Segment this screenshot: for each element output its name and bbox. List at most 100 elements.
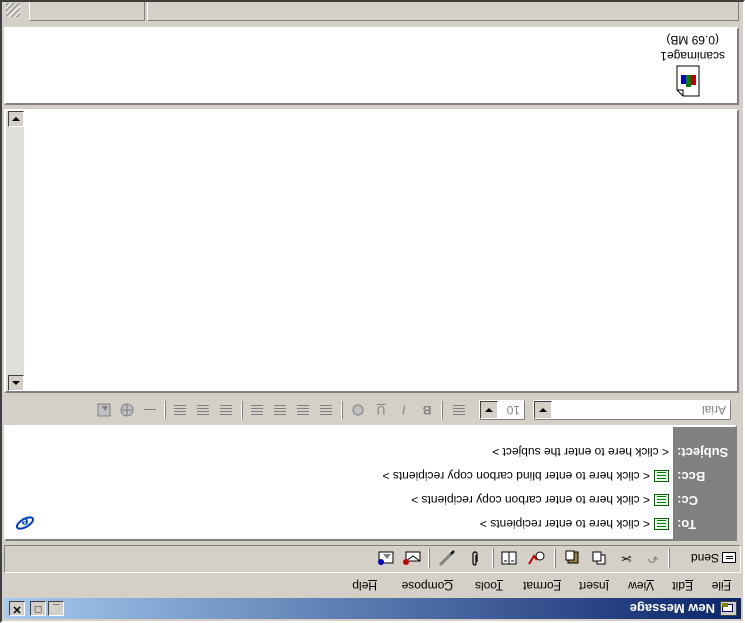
bcc-placeholder: < click here to enter blind carbon copy … [382,469,650,483]
paste-icon[interactable] [561,548,583,568]
subject-field[interactable]: < click here to enter the subject > [492,444,669,460]
menu-edit[interactable]: Edit [672,578,693,594]
font-size-select[interactable]: 10 [479,400,525,420]
copy-icon[interactable] [588,548,610,568]
address-book-icon[interactable] [654,518,669,530]
stage: New Message _ □ ✕ File Edit View Insert … [0,0,745,623]
status-pane-secondary [29,1,145,21]
message-window-icon [720,601,737,616]
chevron-down-icon[interactable] [480,401,498,419]
menu-view-text: iew [628,579,647,593]
menu-format-text: ormat [522,579,554,593]
font-name-select[interactable]: Arial [533,400,731,420]
underline-button[interactable]: U [371,401,391,419]
align-right-icon[interactable] [170,401,190,419]
menu-tools-text: ools [474,579,497,593]
cc-field[interactable]: < click here to enter carbon copy recipi… [411,492,669,508]
status-pane-main [147,1,739,21]
menu-compose[interactable]: Compose [402,578,453,594]
attach-icon[interactable] [464,548,486,568]
menu-insert-accel: I [605,579,609,593]
menu-help-text: elp [352,579,369,593]
format-separator [441,401,443,419]
menu-compose-text: ompose [401,579,445,593]
menu-insert[interactable]: Insert [579,578,609,594]
menu-file-text: ile [711,579,724,593]
new-message-window: New Message _ □ ✕ File Edit View Insert … [0,0,745,623]
menu-compose-accel: C [444,579,453,593]
menu-insert-text: nsert [578,579,606,593]
subject-placeholder: < click here to enter the subject > [492,445,669,459]
horizontal-line-icon[interactable] [140,401,160,419]
menu-tools[interactable]: Tools [475,578,503,594]
toolbar-separator [668,548,670,568]
message-body[interactable] [4,109,739,393]
attachment-area: scanimage1 (0.69 MB) [4,27,739,105]
formatting-toolbar: Arial 10 B I U [4,397,741,423]
font-name-value: Arial [701,403,726,417]
to-placeholder: < click here to enter recipients > [479,517,650,531]
bcc-field[interactable]: < click here to enter blind carbon copy … [383,468,669,484]
undo-icon[interactable]: ↶ [642,548,664,568]
insert-picture-icon[interactable] [374,548,396,568]
format-separator [164,401,166,419]
menu-edit-text: dit [672,579,685,593]
cc-label: Cc: [677,493,698,508]
resize-grip-icon[interactable] [6,3,20,17]
italic-button[interactable]: I [394,401,414,419]
address-header: To: Cc: Bcc: Subject: < click here to en… [4,425,737,541]
numbered-list-icon[interactable] [316,401,336,419]
menu-format-accel: F [553,579,561,593]
send-button[interactable]: Send [676,548,736,568]
bcc-label: Bcc: [677,469,706,484]
hyperlink-icon[interactable] [117,401,137,419]
align-center-icon[interactable] [193,401,213,419]
menu-format[interactable]: Format [523,578,561,594]
picture-icon[interactable] [94,401,114,419]
bold-button[interactable]: B [417,401,437,419]
increase-indent-icon[interactable] [247,401,267,419]
menu-file-accel: F [723,579,731,593]
menu-help-accel: H [368,579,377,593]
menu-bar: File Edit View Insert Format Tools Compo… [4,575,741,597]
vertical-scrollbar[interactable] [6,111,24,391]
scroll-down-arrow-icon[interactable] [8,111,24,127]
toolbar-separator [428,548,430,568]
signature-icon[interactable] [435,548,457,568]
menu-help[interactable]: Help [352,578,377,594]
address-book-icon[interactable] [498,548,520,568]
cut-icon[interactable]: ✂ [615,548,637,568]
font-color-icon[interactable] [348,401,368,419]
attachment-size: (0.69 MB) [666,33,719,47]
to-field[interactable]: < click here to enter recipients > [480,516,669,532]
close-button[interactable]: ✕ [9,601,25,616]
priority-icon[interactable] [401,548,423,568]
image-file-icon[interactable] [675,65,701,97]
bullet-list-icon[interactable] [293,401,313,419]
maximize-button[interactable]: □ [30,601,46,616]
menu-view-accel: V [646,579,654,593]
chevron-down-icon[interactable] [534,401,552,419]
scroll-up-arrow-icon[interactable] [8,375,24,391]
menu-edit-accel: E [684,579,693,593]
send-icon [722,552,736,564]
cc-placeholder: < click here to enter carbon copy recipi… [411,493,650,507]
minimize-button[interactable]: _ [48,601,64,616]
font-size-value: 10 [506,403,520,417]
status-bar [4,1,741,23]
paragraph-style-icon[interactable] [449,401,469,419]
format-separator [241,401,243,419]
toolbar-separator [554,548,556,568]
format-separator [341,401,343,419]
browser-logo-icon: e [15,513,35,533]
align-left-icon[interactable] [216,401,236,419]
toolbar-separator [492,548,494,568]
address-book-icon[interactable] [654,494,669,506]
menu-file[interactable]: File [712,578,731,594]
send-label: Send [690,551,719,565]
address-book-icon[interactable] [654,470,669,482]
check-names-icon[interactable] [526,548,548,568]
menu-view[interactable]: View [628,578,654,594]
title-bar[interactable]: New Message _ □ ✕ [4,598,741,619]
decrease-indent-icon[interactable] [270,401,290,419]
